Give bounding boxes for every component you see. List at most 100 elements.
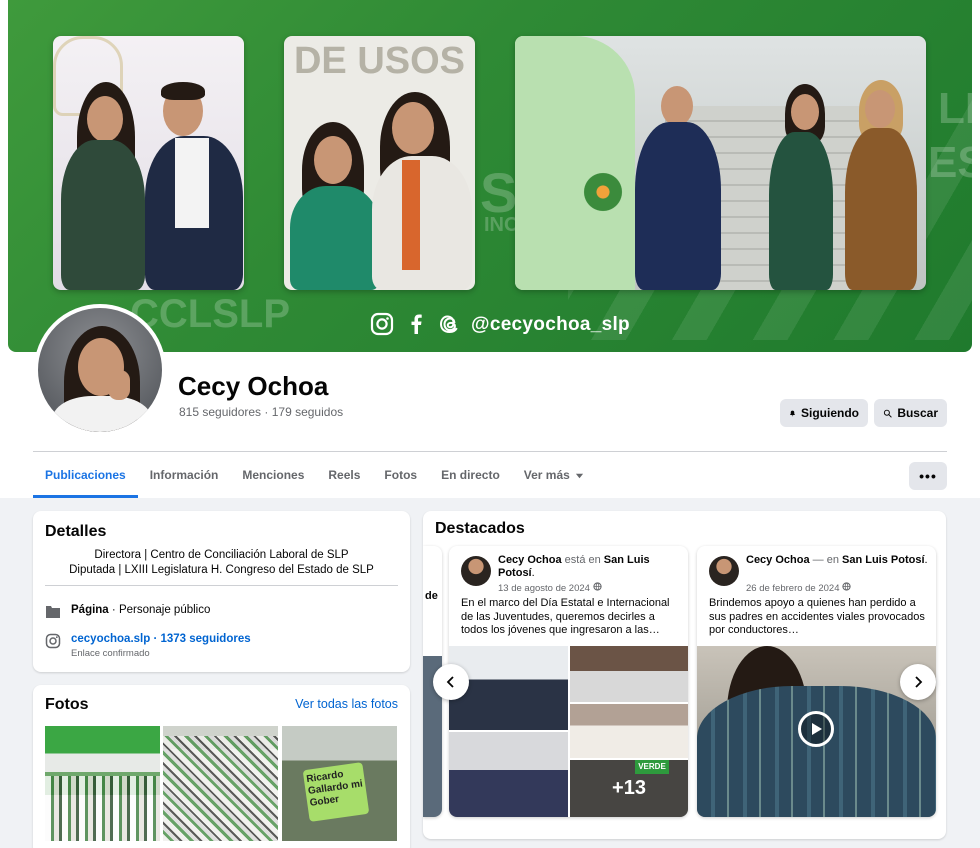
person-face [865, 90, 895, 128]
cover-text-right: LL [938, 84, 972, 133]
bio-line-1: Directora | Centro de Conciliación Labor… [94, 549, 349, 561]
person-face [661, 86, 693, 126]
profile-stats[interactable]: 815 seguidores · 179 seguidos [179, 405, 343, 419]
tab-ver-mas[interactable]: Ver más [512, 452, 596, 498]
more-options-button[interactable]: ••• [909, 462, 947, 490]
tab-label: Menciones [242, 468, 305, 482]
tab-reels[interactable]: Reels [316, 452, 372, 498]
post-author[interactable]: Cecy Ochoa [498, 554, 562, 566]
cover-text-right: ESTADO [928, 138, 972, 187]
tab-publicaciones[interactable]: Publicaciones [33, 452, 138, 498]
facebook-icon [411, 314, 422, 334]
page-category: · Personaje público [108, 604, 211, 616]
cover-text-left: CCLSLP [130, 292, 290, 336]
post-author[interactable]: Cecy Ochoa [746, 554, 810, 566]
post-avatar[interactable] [709, 556, 739, 586]
profile-name: Cecy Ochoa [178, 371, 329, 401]
post-header: Cecy Ochoa — en San Luis Potosí. [746, 554, 928, 566]
flag-icon [46, 606, 60, 618]
person-face [87, 96, 123, 142]
person-body [635, 122, 721, 290]
post-header: Cecy Ochoa está en San Luis Potosí. [498, 554, 650, 579]
crowd [163, 736, 278, 841]
profile-avatar[interactable] [34, 304, 166, 436]
photos-title: Fotos [45, 696, 89, 713]
person-foreground-shirt [515, 36, 635, 290]
grid-photo [570, 704, 688, 758]
following-label: Siguiendo [801, 406, 859, 420]
cover-photo-2: DE USOS [284, 36, 475, 290]
person-body [372, 156, 472, 290]
cover-handle-text: @cecyochoa_slp [471, 314, 630, 335]
peek-text: de [425, 590, 438, 602]
highlights-title: Destacados [435, 520, 525, 537]
details-card: Detalles Directora | Centro de Conciliac… [33, 511, 410, 672]
search-label: Buscar [897, 406, 938, 420]
highlights-card: Destacados de Cecy Ochoa está en San Lui… [423, 511, 946, 839]
following-button[interactable]: Siguiendo [780, 399, 868, 427]
person-face [392, 102, 434, 154]
search-button[interactable]: Buscar [874, 399, 947, 427]
threads-icon [439, 315, 458, 334]
person-body [769, 132, 833, 290]
cover-social-icons [370, 312, 462, 336]
crowd [45, 776, 160, 841]
post-connector: está en [561, 554, 604, 566]
person-face [791, 94, 819, 130]
person-body [290, 186, 380, 290]
details-divider [45, 585, 398, 586]
play-triangle [812, 723, 822, 735]
person-face [314, 136, 352, 184]
verde-badge: VERDE [635, 760, 669, 774]
photo2-sign: DE USOS [293, 40, 466, 82]
bio-line-2: Diputada | LXIII Legislatura H. Congreso… [69, 564, 374, 576]
instagram-row: cecyochoa.slp · 1373 seguidores Enlace c… [45, 633, 251, 659]
globe-icon [842, 582, 851, 591]
post-text: En el marco del Día Estatal e Internacio… [461, 597, 670, 636]
cover-photo[interactable]: CCLSLP LL ESTADO SI INOS DE USOS [8, 0, 972, 352]
page-label: Página [71, 604, 109, 616]
highlight-post[interactable]: Cecy Ochoa está en San Luis Potosí. 13 d… [449, 546, 688, 817]
person-body [845, 128, 917, 290]
post-date-text: 26 de febrero de 2024 [746, 583, 840, 594]
tab-informacion[interactable]: Información [138, 452, 231, 498]
person-body [61, 140, 145, 290]
tab-menciones[interactable]: Menciones [230, 452, 316, 498]
profile-header: CCLSLP LL ESTADO SI INOS DE USOS [0, 0, 980, 498]
post-date[interactable]: 26 de febrero de 2024 [746, 582, 851, 594]
post-connector: — en [809, 554, 842, 566]
profile-tabs: Publicaciones Información Menciones Reel… [33, 452, 596, 498]
see-all-photos-link[interactable]: Ver todas las fotos [295, 697, 398, 711]
bell-icon [790, 410, 795, 416]
person-scarf [402, 160, 420, 270]
carousel-next-button[interactable] [900, 664, 936, 700]
globe-icon [592, 582, 602, 591]
cover-photo-1 [53, 36, 244, 290]
tab-label: Reels [328, 468, 361, 482]
post-text: Brindemos apoyo a quienes han perdido a … [709, 597, 925, 636]
post-date[interactable]: 13 de agosto de 2024 [498, 582, 602, 594]
post-video[interactable] [697, 646, 936, 817]
potosi-logo [581, 170, 625, 214]
grid-photo [449, 732, 568, 817]
search-icon [883, 409, 892, 417]
instagram-icon [45, 633, 61, 649]
photo-thumb[interactable]: Ricardo Gallardo mi Gober [282, 726, 397, 841]
tab-en-directo[interactable]: En directo [429, 452, 512, 498]
play-icon[interactable] [798, 711, 834, 747]
more-photos-count: +13 [570, 760, 688, 817]
instagram-link[interactable]: cecyochoa.slp · 1373 seguidores [71, 633, 251, 645]
post-location[interactable]: San Luis Potosí [842, 554, 925, 566]
photo-thumb[interactable] [45, 726, 160, 841]
photo-thumb[interactable] [163, 726, 278, 841]
chevron-right-icon [915, 676, 923, 688]
post-avatar[interactable] [461, 556, 491, 586]
person-shirt [175, 138, 209, 228]
carousel-prev-button[interactable] [433, 664, 469, 700]
instagram-confirmed: Enlace confirmado [71, 648, 150, 659]
tab-label: En directo [441, 468, 500, 482]
tab-label: Información [149, 468, 219, 482]
post-photo-grid[interactable]: +13 VERDE [449, 646, 688, 817]
tab-fotos[interactable]: Fotos [372, 452, 429, 498]
caret-down-icon [575, 473, 583, 478]
